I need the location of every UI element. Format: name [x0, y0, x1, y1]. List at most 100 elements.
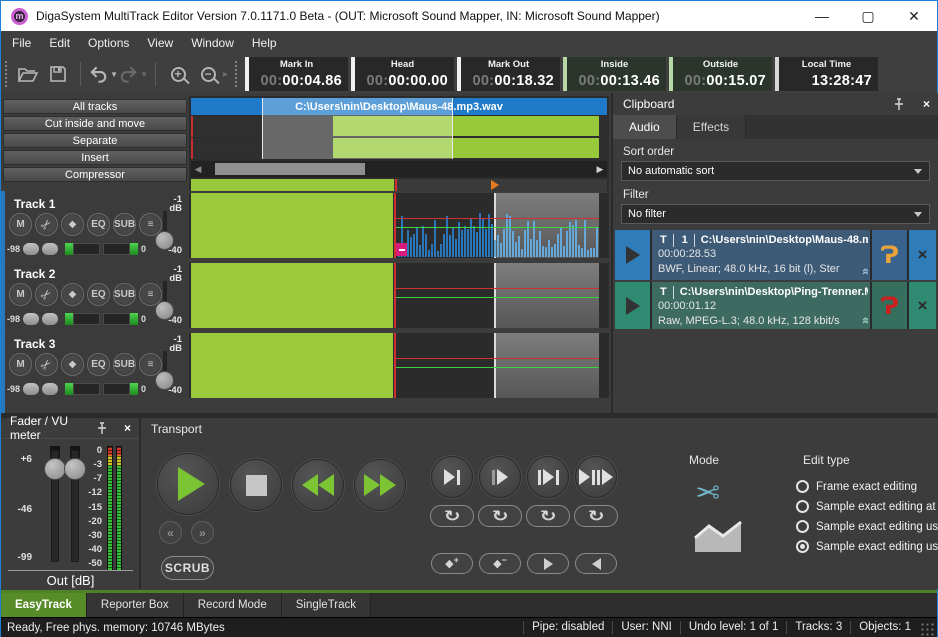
tab-record-mode[interactable]: Record Mode — [184, 593, 282, 617]
edit-cursor[interactable] — [394, 263, 396, 328]
pan-button[interactable] — [42, 313, 58, 325]
listen-ear-icon[interactable]: Ɂ — [872, 230, 907, 280]
tab-reporter-box[interactable]: Reporter Box — [87, 593, 184, 617]
timeline-ruler[interactable] — [191, 179, 607, 191]
sub-button[interactable]: SUB — [113, 283, 136, 306]
mute-button[interactable]: M — [9, 283, 32, 306]
step-forward-button[interactable]: » — [191, 521, 214, 544]
fast-forward-button[interactable] — [354, 459, 406, 511]
listen-ear-icon[interactable]: Ɂ — [872, 282, 907, 329]
button-compressor[interactable]: Compressor — [3, 167, 187, 182]
menu-help[interactable]: Help — [243, 32, 286, 54]
marker-button[interactable]: ◆ — [61, 213, 84, 236]
button-cut-inside-and-move[interactable]: Cut inside and move — [3, 116, 187, 131]
scrub-button[interactable]: SCRUB — [161, 556, 214, 580]
close-panel-icon[interactable]: × — [923, 98, 930, 110]
menu-options[interactable]: Options — [79, 32, 138, 54]
play-clip-button[interactable] — [615, 230, 650, 280]
eq-button[interactable]: EQ — [87, 283, 110, 306]
overview-scrollbar[interactable]: ◀ ▶ — [191, 161, 607, 177]
undo-dropdown-icon[interactable]: ▼ — [110, 70, 118, 79]
play-from-mark-button[interactable] — [479, 456, 521, 498]
zoom-out-icon[interactable]: − — [193, 59, 223, 89]
mute-button[interactable]: M — [9, 353, 32, 376]
scrollbar-thumb[interactable] — [215, 163, 365, 175]
pan-button[interactable] — [42, 383, 58, 395]
maximize-button[interactable]: ▢ — [845, 1, 891, 31]
radio-sample-exact-at[interactable]: Sample exact editing at — [796, 500, 936, 513]
menu-window[interactable]: Window — [182, 32, 243, 54]
menu-file[interactable]: File — [3, 32, 40, 54]
track-lane-3[interactable] — [189, 333, 609, 398]
pan-button[interactable] — [42, 243, 58, 255]
open-file-icon[interactable] — [13, 59, 43, 89]
play-to-mark-button[interactable] — [431, 456, 473, 498]
tab-easytrack[interactable]: EasyTrack — [1, 593, 87, 617]
pan-button[interactable] — [23, 313, 39, 325]
tab-effects[interactable]: Effects — [677, 115, 746, 139]
loop-button[interactable]: ↻ — [430, 505, 474, 527]
step-back-button[interactable]: « — [159, 521, 182, 544]
loop-button[interactable]: ↻ — [574, 505, 618, 527]
edit-cursor[interactable] — [394, 333, 396, 398]
expand-icon[interactable]: » — [857, 317, 872, 324]
filter-select[interactable]: No filter — [621, 204, 930, 224]
track-fader-knob[interactable] — [155, 301, 174, 320]
toolbar-drag-handle[interactable] — [234, 60, 239, 88]
close-button[interactable]: ✕ — [891, 1, 937, 31]
minimize-button[interactable]: — — [799, 1, 845, 31]
menu-view[interactable]: View — [138, 32, 182, 54]
clip-start-marker[interactable] — [396, 243, 407, 256]
close-panel-icon[interactable]: × — [124, 422, 131, 434]
rewind-button[interactable] — [292, 459, 344, 511]
button-all-tracks[interactable]: All tracks — [3, 99, 187, 114]
tab-audio[interactable]: Audio — [613, 115, 677, 139]
clipboard-item-1[interactable]: T 1 C:\Users\nin\Desktop\Maus-48.mp 00:0… — [615, 230, 936, 280]
add-marker-button[interactable]: ◆+ — [431, 553, 473, 574]
undo-icon[interactable]: ▼ — [88, 59, 118, 89]
eq-button[interactable]: EQ — [87, 213, 110, 236]
scroll-right-icon[interactable]: ▶ — [593, 164, 607, 175]
expand-icon[interactable]: » — [857, 268, 872, 275]
radio-frame-exact[interactable]: Frame exact editing — [796, 480, 917, 493]
play-clip-button[interactable] — [615, 282, 650, 329]
remove-marker-button[interactable]: ◆− — [479, 553, 521, 574]
fader-knob-left[interactable] — [44, 458, 66, 480]
track-fader-knob[interactable] — [155, 371, 174, 390]
cut-mode-icon[interactable]: ✂ — [695, 476, 720, 511]
eq-button[interactable]: EQ — [87, 353, 110, 376]
play-around-mark-button[interactable] — [575, 456, 617, 498]
stop-button[interactable] — [230, 459, 282, 511]
loop-button[interactable]: ↻ — [478, 505, 522, 527]
audio-clip[interactable] — [191, 193, 393, 258]
sub-button[interactable]: SUB — [113, 213, 136, 236]
resize-grip[interactable] — [921, 623, 935, 637]
save-icon[interactable] — [43, 59, 73, 89]
sort-order-select[interactable]: No automatic sort — [621, 161, 930, 181]
track-fader-knob[interactable] — [155, 231, 174, 250]
play-between-marks-button[interactable] — [527, 456, 569, 498]
pin-icon[interactable] — [893, 98, 905, 111]
remove-clip-button[interactable]: × — [907, 282, 936, 329]
pan-button[interactable] — [23, 243, 39, 255]
marker-button[interactable]: ◆ — [61, 353, 84, 376]
track-lane-1[interactable] — [189, 193, 609, 258]
zoom-in-icon[interactable]: + — [163, 59, 193, 89]
loop-button[interactable]: ↻ — [526, 505, 570, 527]
radio-sample-exact-us1[interactable]: Sample exact editing us — [796, 520, 938, 533]
scroll-left-icon[interactable]: ◀ — [191, 164, 205, 175]
play-button[interactable] — [157, 453, 219, 515]
audio-clip[interactable] — [191, 263, 393, 328]
envelope-mode-icon[interactable] — [693, 518, 745, 554]
next-marker-button[interactable] — [527, 553, 569, 574]
track-lane-2[interactable] — [189, 263, 609, 328]
toolbar-drag-handle[interactable] — [4, 60, 9, 88]
button-insert[interactable]: Insert — [3, 150, 187, 165]
pan-button[interactable] — [23, 383, 39, 395]
menu-edit[interactable]: Edit — [40, 32, 79, 54]
marker-button[interactable]: ◆ — [61, 283, 84, 306]
radio-sample-exact-us2[interactable]: Sample exact editing us — [796, 540, 938, 553]
button-separate[interactable]: Separate — [3, 133, 187, 148]
mute-button[interactable]: M — [9, 213, 32, 236]
sub-button[interactable]: SUB — [113, 353, 136, 376]
